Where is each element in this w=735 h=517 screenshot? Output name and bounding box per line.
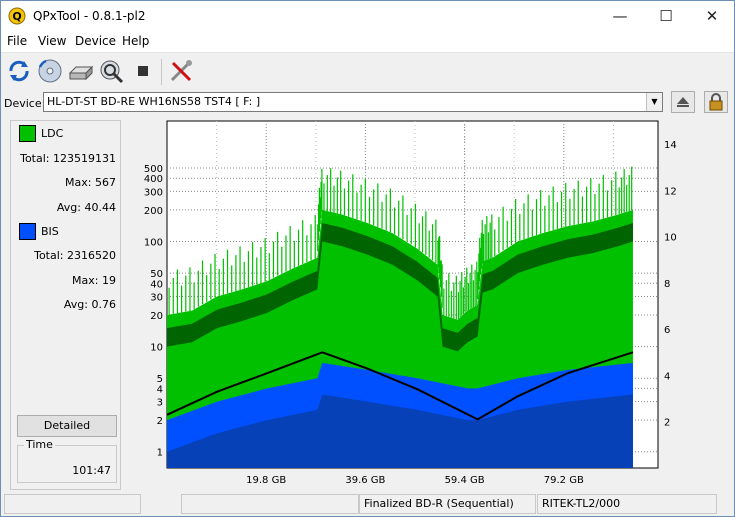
title-bar: Q QPxTool - 0.8.1-pl2 — ☐ ✕ bbox=[1, 1, 734, 32]
menu-device[interactable]: Device bbox=[75, 34, 116, 48]
ldc-max: Max: 567 bbox=[65, 176, 116, 189]
lock-button[interactable] bbox=[704, 91, 728, 113]
y-left-tick-label: 10 bbox=[150, 343, 163, 354]
y-left-tick-label: 5 bbox=[157, 374, 163, 385]
settings-tools-icon[interactable] bbox=[167, 57, 195, 85]
close-button[interactable]: ✕ bbox=[689, 1, 735, 32]
toolbar-separator bbox=[161, 59, 162, 85]
y-left-tick-label: 4 bbox=[157, 384, 163, 395]
ldc-total: Total: 123519131 bbox=[20, 152, 116, 165]
y-left-tick-label: 50 bbox=[150, 269, 163, 280]
bis-total: Total: 2316520 bbox=[34, 249, 116, 262]
y-left-tick-label: 200 bbox=[144, 206, 163, 217]
device-label: Device: bbox=[4, 97, 46, 110]
y-right-tick-label: 10 bbox=[664, 233, 677, 244]
y-left-tick-label: 20 bbox=[150, 311, 163, 322]
stop-icon[interactable] bbox=[129, 57, 157, 85]
ldc-color-swatch bbox=[19, 125, 36, 142]
y-right-tick-label: 8 bbox=[664, 279, 670, 290]
svg-text:Q: Q bbox=[12, 10, 21, 23]
chart-area: 1 2 3 4 5 10 20 30 40 50 100 200 300 400 500 2 4 6 8 10 12 14… bbox=[131, 119, 721, 491]
bis-avg: Avg: 0.76 bbox=[63, 298, 116, 311]
y-right-tick-label: 6 bbox=[664, 325, 670, 336]
lock-icon bbox=[709, 93, 723, 111]
x-tick-label: 19.8 GB bbox=[246, 475, 286, 486]
menu-file[interactable]: File bbox=[7, 34, 27, 48]
y-left-tick-label: 30 bbox=[150, 292, 163, 303]
device-row: Device: HL-DT-ST BD-RE WH16NS58 TST4 [ F… bbox=[1, 90, 734, 116]
x-tick-label: 59.4 GB bbox=[445, 475, 485, 486]
y-left-tick-label: 100 bbox=[144, 237, 163, 248]
y-right-tick-label: 12 bbox=[664, 186, 677, 197]
app-logo-icon: Q bbox=[8, 7, 26, 25]
drive-icon[interactable] bbox=[67, 57, 95, 85]
time-group: Time 101:47 bbox=[17, 438, 117, 483]
y-left-tick-label: 500 bbox=[144, 164, 163, 175]
x-tick-label: 79.2 GB bbox=[544, 475, 584, 486]
refresh-icon[interactable] bbox=[5, 57, 33, 85]
menu-help[interactable]: Help bbox=[122, 34, 149, 48]
y-right-tick-label: 14 bbox=[664, 140, 677, 151]
bis-color-swatch bbox=[19, 223, 36, 240]
disc-icon[interactable] bbox=[36, 57, 64, 85]
y-left-tick-label: 40 bbox=[150, 279, 163, 290]
scan-disc-icon[interactable] bbox=[98, 57, 126, 85]
bis-name: BIS bbox=[41, 225, 59, 238]
status-cell-1 bbox=[4, 494, 141, 514]
window-title: QPxTool - 0.8.1-pl2 bbox=[33, 9, 146, 23]
ldc-name: LDC bbox=[41, 127, 64, 140]
status-cell-4: RITEK-TL2/000 bbox=[537, 494, 717, 514]
chevron-down-icon[interactable]: ▼ bbox=[646, 93, 662, 111]
status-cell-2 bbox=[181, 494, 359, 514]
app-window: Q QPxTool - 0.8.1-pl2 — ☐ ✕ File View De… bbox=[0, 0, 735, 517]
y-left-tick-label: 1 bbox=[157, 448, 163, 459]
status-cell-3: Finalized BD-R (Sequential) bbox=[359, 494, 536, 514]
menu-view[interactable]: View bbox=[38, 34, 66, 48]
ldc-bis-chart: 1234510203040501002003004005002468101214… bbox=[144, 120, 677, 486]
maximize-button[interactable]: ☐ bbox=[643, 1, 689, 32]
status-bar: Finalized BD-R (Sequential) RITEK-TL2/00… bbox=[1, 492, 734, 516]
detailed-button[interactable]: Detailed bbox=[17, 415, 117, 437]
y-right-tick-label: 4 bbox=[664, 371, 670, 382]
y-right-tick-label: 2 bbox=[664, 418, 670, 429]
eject-button[interactable] bbox=[671, 91, 695, 113]
y-left-tick-label: 2 bbox=[157, 416, 163, 427]
eject-icon bbox=[677, 97, 689, 107]
x-tick-label: 39.6 GB bbox=[345, 475, 385, 486]
toolbar bbox=[1, 53, 734, 89]
time-label: Time bbox=[24, 438, 55, 451]
time-value: 101:47 bbox=[72, 464, 111, 477]
device-select-value: HL-DT-ST BD-RE WH16NS58 TST4 [ F: ] bbox=[47, 95, 261, 108]
menu-bar: File View Device Help bbox=[1, 32, 734, 53]
y-left-tick-label: 300 bbox=[144, 187, 163, 198]
device-select[interactable]: HL-DT-ST BD-RE WH16NS58 TST4 [ F: ] ▼ bbox=[43, 92, 663, 112]
stats-panel: LDC Total: 123519131 Max: 567 Avg: 40.44… bbox=[10, 120, 121, 490]
ldc-avg: Avg: 40.44 bbox=[56, 201, 116, 214]
y-left-tick-label: 400 bbox=[144, 174, 163, 185]
minimize-button[interactable]: — bbox=[597, 1, 643, 32]
bis-max: Max: 19 bbox=[72, 274, 116, 287]
y-left-tick-label: 3 bbox=[157, 398, 163, 409]
